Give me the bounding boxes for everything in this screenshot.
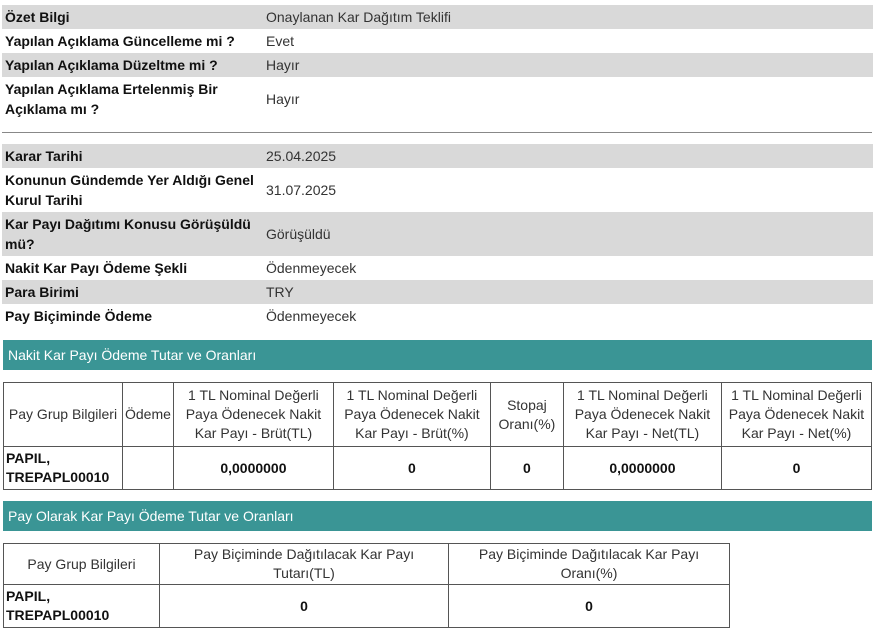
summary-label: Yapılan Açıklama Düzeltme mi ? [2, 53, 263, 77]
detail-row: Pay Biçiminde Ödeme Ödenmeyecek [2, 304, 873, 328]
detail-value: TRY [263, 280, 873, 304]
ratio-cell: 0 [448, 584, 730, 628]
detail-row: Kar Payı Dağıtımı Konusu Görüşüldü mü? G… [2, 212, 873, 256]
summary-table: Özet Bilgi Onaylanan Kar Dağıtım Teklifi… [2, 5, 873, 121]
detail-label: Kar Payı Dağıtımı Konusu Görüşüldü mü? [2, 212, 263, 256]
col-header: Stopaj Oranı(%) [489, 382, 564, 447]
group-cell: PAPIL, TREPAPL00010 [3, 584, 160, 628]
summary-value: Hayır [266, 91, 300, 107]
table-header-row: Pay Grup Bilgileri Pay Biçiminde Dağıtıl… [3, 543, 730, 585]
table-row: PAPIL, TREPAPL00010 0,0000000 0 0 0,0000… [3, 446, 873, 490]
details-table: Karar Tarihi 25.04.2025 Konunun Gündemde… [2, 144, 873, 328]
detail-value: Ödenmeyecek [266, 260, 357, 276]
detail-row: Nakit Kar Payı Ödeme Şekli Ödenmeyecek [2, 256, 873, 280]
col-header: 1 TL Nominal Değerli Paya Ödenecek Nakit… [172, 382, 334, 447]
disclosure-page: Özet Bilgi Onaylanan Kar Dağıtım Teklifi… [0, 5, 875, 628]
detail-value: Görüşüldü [263, 212, 873, 256]
payment-cell [122, 446, 174, 490]
col-header: Pay Grup Bilgileri [3, 382, 123, 447]
group-cell: PAPIL, TREPAPL00010 [3, 446, 123, 490]
detail-label: Karar Tarihi [2, 144, 263, 168]
share-dividend-table: Pay Grup Bilgileri Pay Biçiminde Dağıtıl… [3, 543, 730, 628]
summary-row: Özet Bilgi Onaylanan Kar Dağıtım Teklifi [2, 5, 873, 29]
net-tl-cell: 0,0000000 [562, 446, 722, 490]
col-header: Pay Biçiminde Dağıtılacak Kar Payı Tutar… [159, 543, 449, 585]
amount-cell: 0 [159, 584, 449, 628]
col-header: 1 TL Nominal Değerli Paya Ödenecek Nakit… [720, 382, 873, 447]
cash-dividend-table: Pay Grup Bilgileri Ödeme 1 TL Nominal De… [3, 382, 873, 490]
detail-value: 31.07.2025 [266, 182, 337, 198]
gross-pct-cell: 0 [332, 446, 491, 490]
summary-value: Hayır [263, 53, 873, 77]
col-header: Pay Biçiminde Dağıtılacak Kar Payı Oranı… [448, 543, 730, 585]
detail-value: 25.04.2025 [263, 144, 873, 168]
summary-row: Yapılan Açıklama Güncelleme mi ? Evet [2, 29, 873, 53]
summary-value: Evet [266, 33, 295, 49]
col-header: Pay Grup Bilgileri [3, 543, 160, 585]
detail-value: Ödenmeyecek [266, 308, 357, 324]
summary-label: Yapılan Açıklama Güncelleme mi ? [5, 33, 235, 49]
summary-value: Onaylanan Kar Dağıtım Teklifi [263, 5, 873, 29]
detail-label: Para Birimi [2, 280, 263, 304]
detail-label: Konunun Gündemde Yer Aldığı Genel Kurul … [5, 172, 254, 208]
table-row: PAPIL, TREPAPL00010 0 0 [3, 584, 730, 628]
withholding-cell: 0 [489, 446, 564, 490]
detail-label: Pay Biçiminde Ödeme [5, 308, 153, 324]
col-header: 1 TL Nominal Değerli Paya Ödenecek Nakit… [562, 382, 722, 447]
summary-label: Özet Bilgi [2, 5, 263, 29]
share-section-header: Pay Olarak Kar Payı Ödeme Tutar ve Oranl… [3, 501, 872, 531]
col-header: Ödeme [122, 382, 174, 447]
detail-row: Karar Tarihi 25.04.2025 [2, 144, 873, 168]
gross-tl-cell: 0,0000000 [172, 446, 334, 490]
detail-row: Konunun Gündemde Yer Aldığı Genel Kurul … [2, 168, 873, 212]
table-header-row: Pay Grup Bilgileri Ödeme 1 TL Nominal De… [3, 382, 873, 447]
summary-row: Yapılan Açıklama Düzeltme mi ? Hayır [2, 53, 873, 77]
net-pct-cell: 0 [720, 446, 873, 490]
summary-label: Yapılan Açıklama Ertelenmiş Bir Açıklama… [5, 81, 218, 117]
col-header: 1 TL Nominal Değerli Paya Ödenecek Nakit… [332, 382, 491, 447]
detail-label: Nakit Kar Payı Ödeme Şekli [5, 260, 188, 276]
divider [2, 132, 872, 133]
detail-row: Para Birimi TRY [2, 280, 873, 304]
summary-row: Yapılan Açıklama Ertelenmiş Bir Açıklama… [2, 77, 873, 121]
cash-section-header: Nakit Kar Payı Ödeme Tutar ve Oranları [3, 340, 872, 370]
